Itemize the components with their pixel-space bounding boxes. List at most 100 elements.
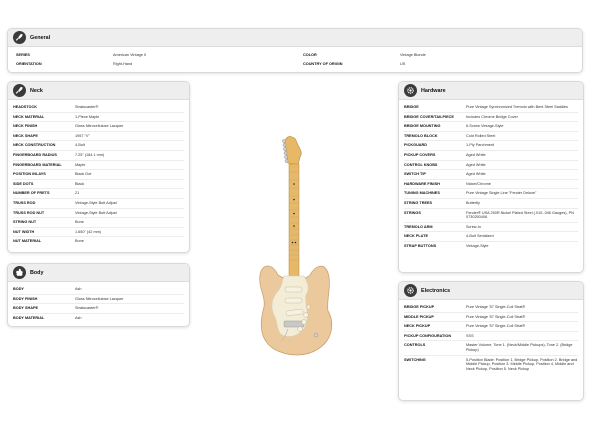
spec-row: SIDE DOTS Black [13,180,184,190]
body-title: Body [30,269,44,276]
country-value: US [400,61,406,66]
spec-label: TREMOLO BLOCK [404,133,438,138]
spec-label: CONTROLS [404,343,426,348]
spec-label: BODY [13,287,24,291]
spec-value: 1957 "V" [75,133,90,138]
spec-value: Vintage-Style Butt Adjust [75,200,117,205]
spec-label: SWITCHING [404,357,426,362]
spec-label: CONTROL KNOBS [404,162,438,167]
spec-value: Bone [75,220,84,225]
neck-spec-list: HEADSTOCK Stratocaster® NECK MATERIAL 1-Pi… [8,100,189,248]
spec-label: TRUSS ROD [13,200,36,205]
spec-row: CONTROL KNOBS Aged White [404,161,578,171]
spec-label: BRIDGE [404,105,419,109]
switch-tip [306,304,311,310]
spec-row: NUMBER OF FRETS 21 [13,189,184,199]
spec-label: TRUSS ROD NUT [13,210,45,215]
neck [288,163,300,281]
spec-row: BODY Ash [13,285,184,295]
spec-value: Pure Vintage '57 Single-Coil Strat® [466,305,526,309]
hardware-section: Hardware BRIDGE Pure Vintage Synchronized… [398,81,584,273]
spec-value: Ash [75,287,82,291]
spec-row: NUT MATERIAL Bone [13,237,184,246]
electronics-title: Electronics [421,287,451,294]
body-section: Body BODY Ash BODY FINISH Gloss Nitrocellu… [7,263,190,327]
spec-label: BRIDGE MOUNTING [404,124,441,129]
electronics-spec-list: BRIDGE PICKUP Pure Vintage '57 Single-Coi… [399,300,583,375]
spec-label: SIDE DOTS [13,181,34,186]
spec-value: Aged White [466,152,486,157]
spec-row: BRIDGE Pure Vintage Synchronized Tremolo … [404,103,578,113]
general-grid: SERIES American Vintage II COLOR Vintage… [8,47,582,71]
general-header: General [8,29,582,47]
spec-label: HEADSTOCK [13,105,37,109]
spec-label: STRING NUT [13,220,37,225]
spec-value: Pure Vintage '57 Single-Coil Strat® [466,314,526,319]
spec-row: POSITION INLAYS Black Dot [13,170,184,180]
spec-label: FINGERBOARD RADIUS [13,152,57,157]
hardware-title: Hardware [421,87,446,94]
spec-row: STRING NUT Bone [13,218,184,228]
spec-row: BRIDGE COVER/TAILPIECE Includes Chrome Br… [404,113,578,123]
spec-value: 6-Screw Vintage-Style [466,124,504,129]
spec-label: BODY MATERIAL [13,315,45,320]
spec-label: NECK SHAPE [13,133,38,138]
hardware-spec-list: BRIDGE Pure Vintage Synchronized Tremolo … [399,100,583,253]
pickups [284,286,304,317]
spec-value: Pure Vintage '57 Single-Coil Strat® [466,324,526,329]
spec-row: MIDDLE PICKUP Pure Vintage '57 Single-Coi… [404,313,578,323]
spec-label: HARDWARE FINISH [404,181,440,186]
spec-label: BRIDGE COVER/TAILPIECE [404,114,454,119]
spec-label: POSITION INLAYS [13,172,46,177]
spec-value: Black Dot [75,172,92,177]
gear-icon [404,284,417,297]
spec-label: STRINGS [404,210,421,215]
country-label: COUNTRY OF ORIGIN [303,61,343,66]
spec-label: BODY FINISH [13,296,38,301]
spec-label: BODY SHAPE [13,306,39,311]
spec-value: Cold Rolled Steel [466,133,496,138]
spec-value: 4-Bolt [75,143,85,148]
spec-row: TRUSS ROD Vintage-Style Butt Adjust [13,199,184,209]
output-jack [313,332,319,338]
spec-label: NUT WIDTH [13,229,35,234]
spec-row: NECK CONSTRUCTION 4-Bolt [13,141,184,151]
spec-row: NECK SHAPE 1957 "V" [13,132,184,142]
spec-row: SWITCH TIP Aged White [404,170,578,180]
spec-value: 1-Ply Parchment [466,143,495,148]
general-title: General [30,34,51,41]
spec-row: BRIDGE MOUNTING 6-Screw Vintage-Style [404,122,578,132]
guitar-image [259,136,333,356]
spec-label: NECK FINISH [13,124,38,129]
spec-value: Ash [75,315,82,320]
spec-row: NECK FINISH Gloss Nitrocellulose Lacquer [13,122,184,132]
spec-row: PICKUP CONFIGURATION SSS [404,332,578,342]
spec-value: Gloss Nitrocellulose Lacquer [75,124,124,129]
body-header: Body [8,264,189,282]
series-value: American Vintage II [113,53,147,57]
spec-value: Gloss Nitrocellulose Lacquer [75,296,124,301]
spec-row: PICKGUARD 1-Ply Parchment [404,141,578,151]
spec-value: Maple [75,162,86,167]
spec-value: Black [75,181,85,186]
spec-label: NUMBER OF FRETS [13,191,50,196]
spec-row: NECK PICKUP Pure Vintage '57 Single-Coil … [404,322,578,332]
spec-value: Screw-In [466,224,481,229]
spec-value: Stratocaster® [75,105,99,109]
spec-row: PICKUP COVERS Aged White [404,151,578,161]
spec-label: STRAP BUTTONS [404,243,437,248]
spec-value: Aged White [466,172,486,177]
spec-label: PICKUP CONFIGURATION [404,333,452,338]
spec-value: Pure Vintage Synchronized Tremolo with B… [466,105,568,109]
spec-row: BRIDGE PICKUP Pure Vintage '57 Single-Coi… [404,303,578,313]
spec-row: FINGERBOARD MATERIAL Maple [13,161,184,171]
spec-label: TUNING MACHINES [404,191,440,196]
spec-row: FINGERBOARD RADIUS 7.25" (184.1 mm) [13,151,184,161]
spec-value: Vintage-Style Butt Adjust [75,210,117,215]
spec-row: STRAP BUTTONS Vintage-Style [404,242,578,251]
spec-value: 1-Piece Maple [75,114,100,119]
spec-row: TRUSS ROD NUT Vintage-Style Butt Adjust [13,209,184,219]
spec-value: 21 [75,191,80,196]
spec-value: 1.650" (42 mm) [75,229,102,234]
electronics-header: Electronics [399,282,583,300]
